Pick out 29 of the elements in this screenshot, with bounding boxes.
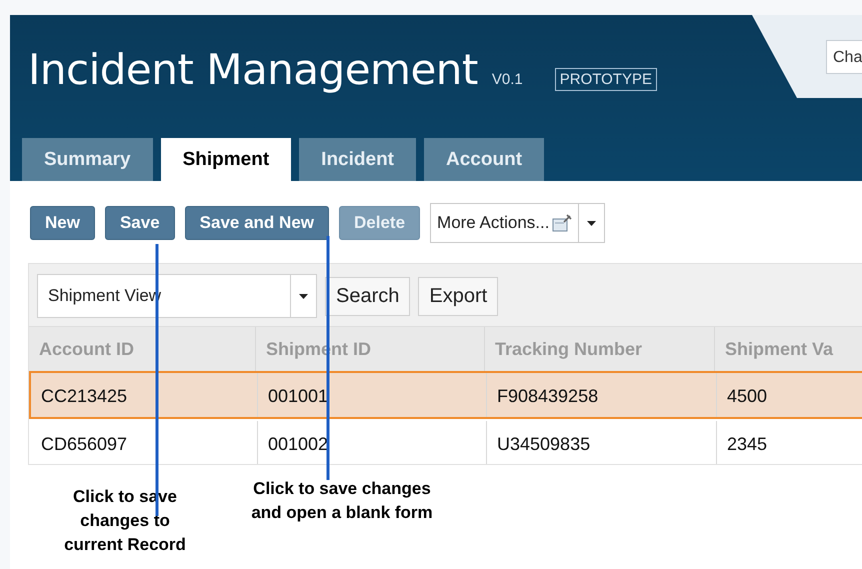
table-cell: CD656097: [31, 421, 258, 464]
caret-icon: [299, 294, 308, 298]
app-title: Incident Management: [28, 45, 478, 94]
tab[interactable]: Summary: [22, 138, 153, 181]
grid-button[interactable]: Export: [418, 276, 498, 316]
more-actions-dropdown[interactable]: More Actions...: [430, 203, 606, 243]
search-field[interactable]: Cha: [826, 40, 862, 74]
caret-icon: [587, 220, 596, 226]
table-cell: 001001: [258, 373, 487, 417]
more-actions-label: More Actions...: [437, 213, 550, 233]
toolbar-button[interactable]: New: [30, 206, 95, 240]
toolbar-button[interactable]: Save and New: [184, 206, 329, 240]
table-cell: 4500: [717, 373, 862, 417]
tab[interactable]: Account: [424, 138, 544, 181]
prototype-badge: PROTOTYPE: [554, 68, 657, 91]
callout-text: Click to save changes and open a blank form: [250, 478, 434, 524]
note-pin-icon: [552, 214, 572, 232]
table-cell: U34509835: [487, 421, 717, 464]
table-cell: F908439258: [487, 373, 717, 417]
table-row[interactable]: CC213425 001001 F908439258 4500: [29, 371, 862, 419]
table-cell: CC213425: [31, 373, 258, 417]
toolbar-button[interactable]: Save: [104, 206, 175, 240]
table-row[interactable]: CD656097 001002 U34509835 2345: [29, 419, 862, 464]
table-cell: 001002: [258, 421, 487, 464]
tab[interactable]: Incident: [299, 138, 416, 181]
tab[interactable]: Shipment: [160, 138, 292, 181]
table-cell: 2345: [717, 421, 862, 464]
grid-button[interactable]: Search: [325, 276, 410, 316]
version-label: V0.1: [492, 71, 523, 88]
